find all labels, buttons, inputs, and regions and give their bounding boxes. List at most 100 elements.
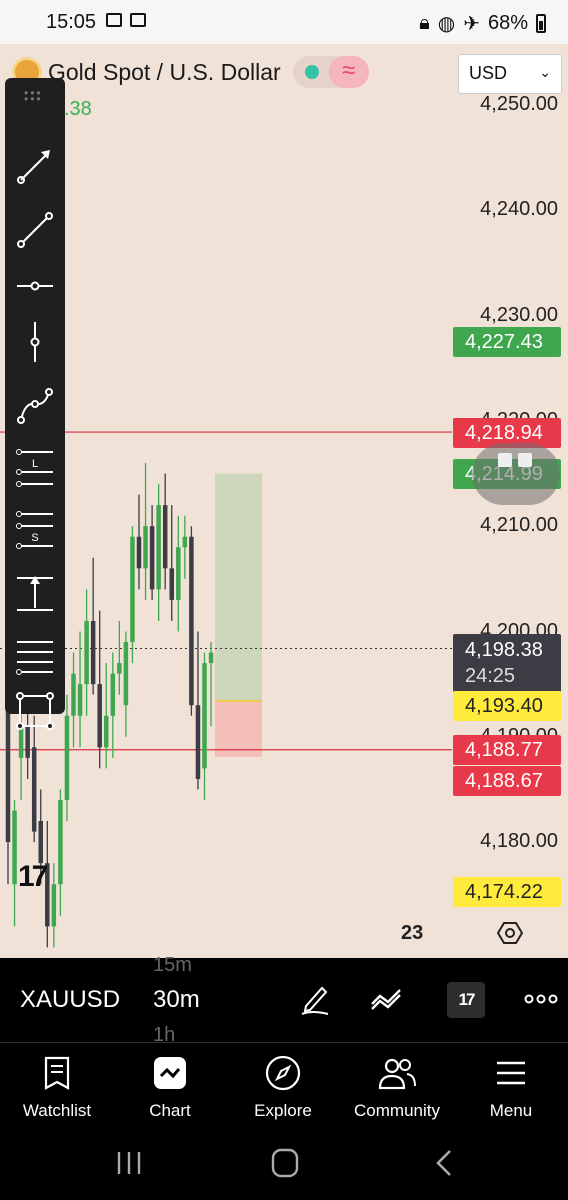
short-position-tool-icon[interactable]: S (15, 508, 55, 552)
status-time: 15:05 (46, 11, 97, 33)
candle-body (136, 536, 142, 569)
more-options-icon[interactable] (524, 982, 558, 1016)
home-icon[interactable] (268, 1148, 302, 1178)
bar-countdown: 24:25 (465, 665, 516, 687)
candle-body (117, 663, 122, 674)
airplane-icon: ✈︎ (463, 13, 480, 35)
indicators-icon[interactable] (370, 982, 404, 1016)
horizontal-line-tag-lower: 4,188.77 (453, 735, 561, 765)
chart-tab-icon (154, 1057, 186, 1089)
trend-line-tool-icon[interactable] (15, 208, 55, 252)
community-icon (378, 1058, 416, 1090)
tab-explore[interactable]: Explore (228, 1051, 338, 1121)
trend-angle-tool-icon[interactable] (15, 144, 55, 188)
price-axis-label: 4,230.00 (480, 303, 558, 326)
floating-overlay-button[interactable] (472, 443, 560, 505)
wifi-icon: ◍ (437, 13, 456, 35)
chart-area[interactable]: Gold Spot / U.S. Dollar ≈ USD ⌄ .38 4,25… (0, 44, 568, 958)
tab-community[interactable]: Community (342, 1051, 452, 1121)
market-open-dot-icon (304, 65, 319, 79)
watchlist-icon (44, 1056, 70, 1090)
last-price: 4,198.38 (465, 639, 543, 661)
candle-body (45, 863, 50, 927)
status-bar: 15:05 🔒︎ ◍ ✈︎ 68% (0, 0, 568, 44)
delayed-data-icon: ≈ (328, 56, 369, 88)
timeframe-button[interactable]: 30m (153, 986, 200, 1014)
chevron-down-icon: ⌄ (539, 64, 551, 80)
gallery-notification-icon (106, 13, 122, 27)
compass-icon (265, 1055, 301, 1091)
candle-body (84, 620, 89, 685)
horizontal-line-tool-icon[interactable] (15, 264, 55, 308)
tab-label: Chart (149, 1101, 191, 1120)
long-position-tool-icon[interactable]: L (15, 446, 55, 490)
system-nav-bar (0, 1124, 568, 1200)
symbol-button[interactable]: XAUUSD (20, 986, 120, 1014)
candlestick-plot[interactable] (0, 44, 568, 958)
stop-price-tag: 4,188.67 (453, 766, 561, 796)
symbol-header[interactable]: Gold Spot / U.S. Dollar ≈ (12, 56, 369, 88)
long-label: L (32, 458, 38, 470)
lock-icon: 🔒︎ (419, 12, 430, 34)
position-loss-zone (215, 700, 262, 757)
candle-body (38, 821, 43, 864)
rectangle-tool-icon[interactable] (15, 690, 55, 734)
currency-value: USD (469, 63, 508, 83)
candle-body (169, 568, 174, 600)
candle-body (149, 526, 155, 590)
pen-icon[interactable] (298, 982, 332, 1016)
overlay-icon (498, 453, 512, 467)
tab-watchlist[interactable]: Watchlist (2, 1051, 112, 1121)
candle-body (110, 673, 116, 716)
events-count[interactable]: 23 (401, 922, 423, 945)
tab-label: Explore (254, 1101, 312, 1120)
chart-settings-icon[interactable] (497, 920, 523, 946)
symbol-name[interactable]: Gold Spot / U.S. Dollar (48, 59, 281, 86)
tradingview-button[interactable]: 17 (447, 982, 485, 1018)
candle-body (12, 810, 17, 885)
tab-menu[interactable]: Menu (456, 1051, 566, 1121)
tp-price-tag: 4,227.43 (453, 327, 561, 357)
entry-price-tag: 4,193.40 (453, 691, 561, 721)
low-price-tag: 4,174.22 (453, 877, 561, 907)
tab-label: Menu (489, 1101, 533, 1120)
market-status-pill[interactable]: ≈ (292, 56, 369, 88)
tab-chart[interactable]: Chart (115, 1051, 225, 1121)
back-icon[interactable] (428, 1148, 462, 1178)
candle-body (162, 505, 168, 569)
candle-body (77, 684, 83, 716)
last-price-tag: 4,198.38 24:25 (453, 634, 561, 692)
candle-body (104, 715, 109, 748)
candle-body (189, 536, 194, 706)
candle-body (130, 536, 135, 643)
tab-label: Community (354, 1101, 440, 1120)
fixed-range-tool-icon[interactable] (15, 572, 55, 616)
candle-body (123, 642, 129, 706)
candle-body (90, 620, 96, 685)
candle-body (64, 715, 70, 800)
vertical-line-tool-icon[interactable] (15, 320, 55, 364)
tab-label: Watchlist (22, 1101, 92, 1120)
short-label: S (31, 532, 38, 544)
tradingview-logo: 17 (18, 860, 48, 893)
candle-body (51, 884, 57, 927)
drawing-toolbar[interactable]: ••• ••• L S (5, 78, 65, 730)
tab-bar: Watchlist Chart Explore Community Menu (0, 1042, 568, 1124)
recent-apps-icon[interactable] (112, 1148, 146, 1178)
ohlc-value: .38 (64, 98, 92, 120)
price-axis-label: 4,180.00 (480, 830, 558, 853)
timeframe-option-prev[interactable]: 15m (153, 954, 192, 977)
currency-select[interactable]: USD ⌄ (458, 54, 562, 94)
path-tool-icon[interactable] (15, 384, 55, 428)
parallel-channel-tool-icon[interactable] (15, 634, 55, 678)
media-notification-icon (130, 13, 146, 27)
candle-body (182, 536, 188, 548)
drag-handle-icon[interactable]: ••• ••• (24, 87, 46, 105)
candle-body (156, 505, 161, 590)
candle-body (195, 705, 201, 779)
candle-body (97, 684, 102, 748)
price-axis-label: 4,210.00 (480, 514, 558, 537)
chart-bottom-toolbar: 15m XAUUSD 30m 1h 17 (0, 954, 568, 1046)
candle-body (71, 673, 76, 716)
overlay-icon (518, 453, 532, 467)
